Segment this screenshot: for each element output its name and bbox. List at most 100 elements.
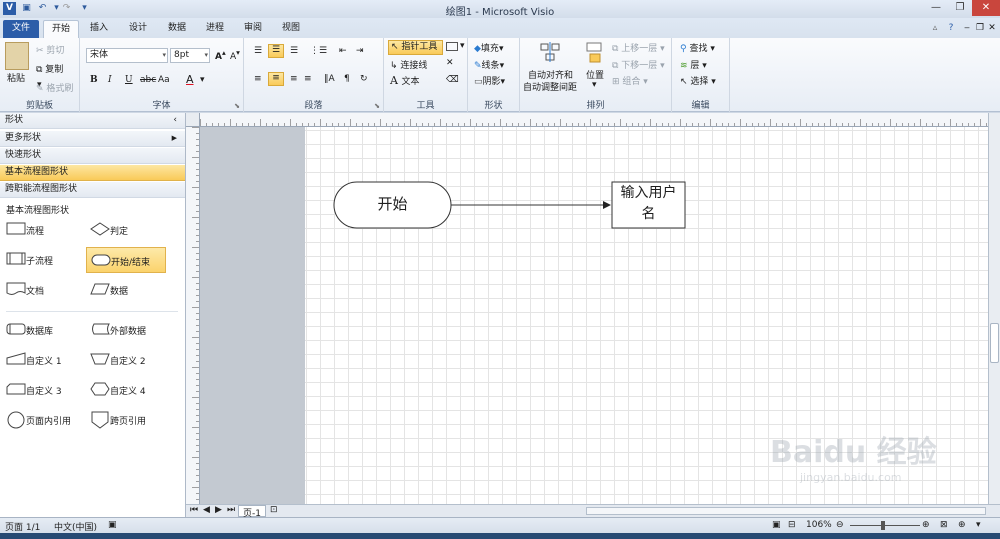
tab-home[interactable]: 开始 bbox=[43, 20, 79, 38]
fullscreen-icon[interactable]: ⊟ bbox=[788, 520, 796, 530]
switch-windows-icon[interactable]: ▾ bbox=[976, 520, 981, 530]
zoom-slider[interactable] bbox=[850, 525, 920, 526]
stencil-shape[interactable]: 流程 bbox=[2, 217, 82, 243]
doc-close-button[interactable]: ✕ bbox=[986, 20, 998, 38]
dialog-launcher-icon[interactable]: ⬊ bbox=[234, 102, 240, 110]
bring-forward-button[interactable]: ⧉ 上移一层 ▾ bbox=[612, 41, 665, 54]
tab-file[interactable]: 文件 bbox=[3, 20, 39, 38]
vertical-scrollbar[interactable] bbox=[988, 113, 1000, 504]
language-status[interactable]: 中文(中国) bbox=[54, 520, 97, 533]
shrink-font-button[interactable]: A▾ bbox=[230, 48, 240, 62]
stencil-shape[interactable]: 自定义 2 bbox=[86, 347, 166, 373]
last-page-icon[interactable]: ⏭ bbox=[227, 505, 235, 515]
close-button[interactable]: ✕ bbox=[972, 0, 1000, 16]
group-button[interactable]: ⊞ 组合 ▾ bbox=[612, 74, 648, 87]
chevron-down-icon[interactable]: ▾ bbox=[460, 41, 465, 51]
send-backward-button[interactable]: ⧉ 下移一层 ▾ bbox=[612, 58, 665, 71]
align-right-icon[interactable]: ≡ bbox=[290, 74, 298, 84]
text-direction-icon[interactable]: ‖A bbox=[324, 74, 335, 84]
fill-button[interactable]: ◆填充▾ bbox=[474, 41, 503, 54]
paragraph-spacing-icon[interactable]: ¶ bbox=[344, 74, 350, 84]
page-number-status[interactable]: 页面 1/1 bbox=[5, 520, 40, 533]
paste-button[interactable]: 粘贴 bbox=[7, 71, 25, 84]
tab-view[interactable]: 视图 bbox=[275, 20, 307, 38]
paste-icon[interactable] bbox=[5, 42, 29, 70]
font-size-combo[interactable]: 8pt ▾ bbox=[170, 48, 210, 63]
text-tool-button[interactable]: A 文本 bbox=[390, 74, 419, 87]
auto-space-button[interactable]: 自动调整间距 bbox=[523, 80, 577, 93]
dialog-launcher-icon[interactable]: ⬊ bbox=[374, 102, 380, 110]
connection-point-icon[interactable]: ✕ bbox=[446, 58, 454, 68]
collapse-icon[interactable]: ‹ bbox=[173, 113, 177, 128]
align-center-icon[interactable]: ≡ bbox=[268, 72, 284, 86]
increase-indent-icon[interactable]: ⇥ bbox=[356, 46, 364, 56]
tab-review[interactable]: 审阅 bbox=[237, 20, 269, 38]
bold-button[interactable]: B bbox=[90, 75, 98, 85]
font-name-combo[interactable]: 宋体 ▾ bbox=[86, 48, 168, 63]
more-shapes-item[interactable]: 更多形状 ▶ bbox=[0, 131, 185, 147]
connector-tool-button[interactable]: ↳ 连接线 bbox=[390, 58, 427, 71]
stencil-shape[interactable]: 自定义 4 bbox=[86, 377, 166, 403]
help-icon[interactable]: ? bbox=[944, 20, 958, 38]
align-middle-icon[interactable]: ☰ bbox=[268, 44, 284, 58]
stencil-shape[interactable]: 文档 bbox=[2, 277, 82, 303]
align-left-icon[interactable]: ≡ bbox=[254, 74, 262, 84]
change-case-button[interactable]: Aa bbox=[158, 75, 170, 85]
restore-button[interactable]: ❐ bbox=[948, 0, 972, 16]
find-button[interactable]: ⚲ 查找 ▾ bbox=[680, 41, 715, 54]
macro-icon[interactable]: ▣ bbox=[108, 520, 117, 530]
align-top-icon[interactable]: ☰ bbox=[254, 46, 262, 56]
italic-button[interactable]: I bbox=[108, 75, 112, 85]
tab-design[interactable]: 设计 bbox=[122, 20, 154, 38]
stencil-shape[interactable]: 自定义 1 bbox=[2, 347, 82, 373]
tab-data[interactable]: 数据 bbox=[161, 20, 193, 38]
stencil-shape-selected[interactable]: 开始/结束 bbox=[86, 247, 166, 273]
normal-view-icon[interactable]: ▣ bbox=[772, 520, 781, 530]
scroll-thumb[interactable] bbox=[990, 323, 999, 363]
minimize-ribbon-icon[interactable]: ▵ bbox=[928, 20, 942, 38]
zoom-slider-thumb[interactable] bbox=[881, 521, 885, 530]
chevron-down-icon[interactable]: ▾ bbox=[592, 80, 597, 90]
font-color-dropdown-icon[interactable]: ▾ bbox=[200, 75, 205, 85]
stencil-shape[interactable]: 外部数据 bbox=[86, 317, 166, 343]
zoom-in-icon[interactable]: ⊕ bbox=[922, 520, 930, 530]
stencil-shape[interactable]: 跨页引用 bbox=[86, 407, 166, 433]
stencil-shape[interactable]: 自定义 3 bbox=[2, 377, 82, 403]
tab-insert[interactable]: 插入 bbox=[83, 20, 115, 38]
prev-page-icon[interactable]: ◀ bbox=[203, 505, 210, 515]
grow-font-button[interactable]: A▴ bbox=[215, 48, 226, 62]
drawing-page[interactable]: 开始 输入用户 名 Baidu 经验 jingyan.baidu.com bbox=[305, 127, 988, 504]
horizontal-ruler[interactable] bbox=[200, 113, 988, 127]
format-painter-button[interactable]: ✎ 格式刷 bbox=[36, 81, 73, 94]
doc-restore-button[interactable]: ❐ bbox=[974, 20, 986, 38]
pointer-tool-button[interactable]: ↖ 指针工具 bbox=[388, 40, 443, 55]
minimize-button[interactable]: — bbox=[924, 0, 948, 16]
next-page-icon[interactable]: ▶ bbox=[215, 505, 222, 515]
line-button[interactable]: ✎线条▾ bbox=[474, 58, 504, 71]
rectangle-tool-icon[interactable] bbox=[446, 42, 458, 51]
stencil-shape[interactable]: 子流程 bbox=[2, 247, 82, 273]
decrease-indent-icon[interactable]: ⇤ bbox=[339, 46, 347, 56]
quick-shapes-item[interactable]: 快速形状 bbox=[0, 148, 185, 164]
justify-icon[interactable]: ≡ bbox=[304, 74, 312, 84]
insert-page-icon[interactable]: ⊡ bbox=[270, 505, 278, 515]
vertical-ruler[interactable] bbox=[186, 127, 200, 504]
stencil-shape[interactable]: 数据库 bbox=[2, 317, 82, 343]
cross-functional-item[interactable]: 跨职能流程图形状 bbox=[0, 182, 185, 198]
select-button[interactable]: ↖ 选择 ▾ bbox=[680, 74, 716, 87]
eraser-icon[interactable]: ⌫ bbox=[446, 75, 459, 85]
tab-process[interactable]: 进程 bbox=[199, 20, 231, 38]
stencil-shape[interactable]: 数据 bbox=[86, 277, 166, 303]
shadow-button[interactable]: ▭阴影▾ bbox=[474, 74, 505, 87]
fit-page-icon[interactable]: ⊠ bbox=[940, 520, 948, 530]
layers-button[interactable]: ≋ 层 ▾ bbox=[680, 58, 707, 71]
pan-zoom-icon[interactable]: ⊕ bbox=[958, 520, 966, 530]
align-bottom-icon[interactable]: ☰ bbox=[290, 46, 298, 56]
strikethrough-button[interactable]: abc bbox=[140, 75, 156, 85]
first-page-icon[interactable]: ⏮ bbox=[190, 505, 198, 515]
doc-minimize-button[interactable]: ‒ bbox=[960, 20, 974, 38]
underline-button[interactable]: U bbox=[125, 75, 133, 85]
basic-flowchart-item[interactable]: 基本流程图形状 bbox=[0, 165, 185, 181]
zoom-level[interactable]: 106% bbox=[806, 520, 832, 530]
page-tab[interactable]: 页-1 bbox=[238, 505, 266, 519]
